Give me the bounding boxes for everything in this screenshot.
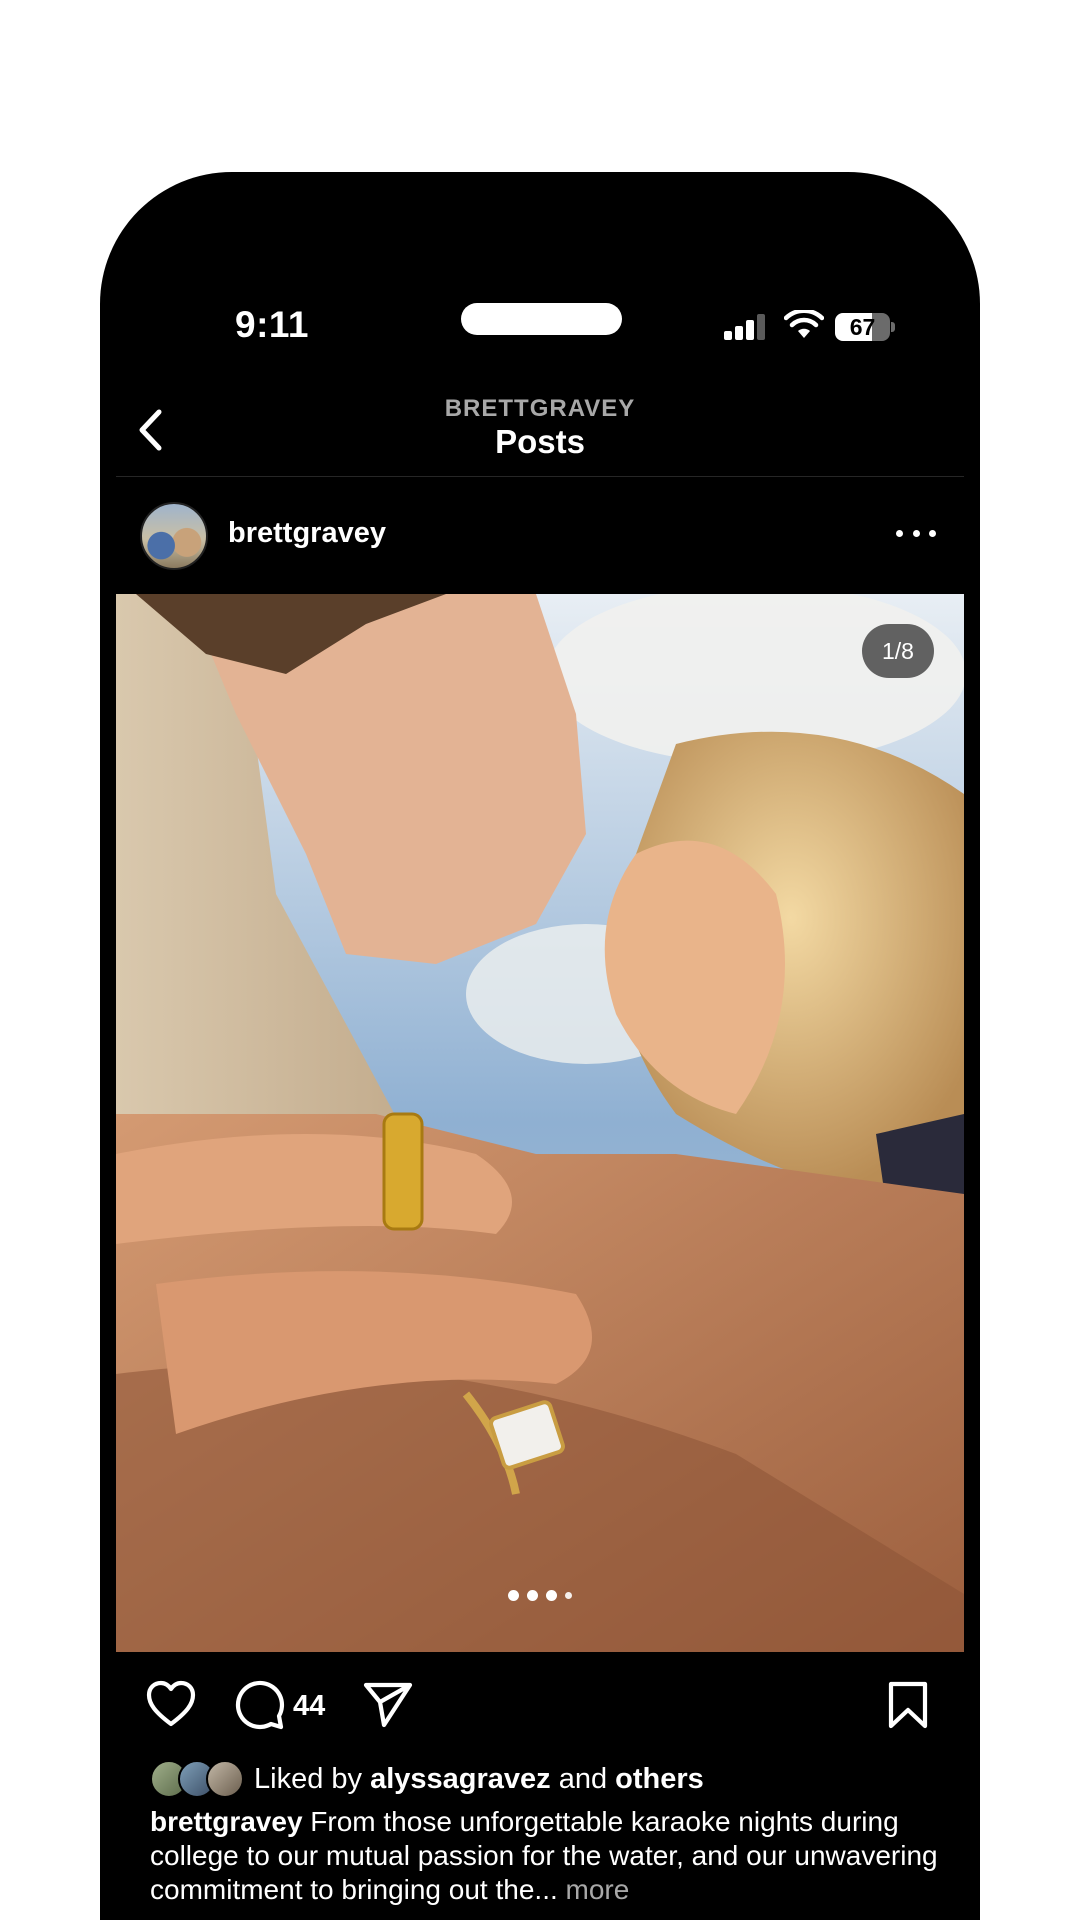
caption-more-link[interactable]: more <box>566 1874 630 1905</box>
likes-prefix: Liked by <box>254 1763 371 1795</box>
battery-icon: 67 <box>835 313 895 341</box>
battery-level: 67 <box>835 313 890 341</box>
comment-count: 44 <box>293 1690 326 1722</box>
carousel-dot-active <box>508 1590 519 1601</box>
comment-button[interactable] <box>233 1680 285 1735</box>
carousel-dot <box>546 1590 557 1601</box>
more-options-icon[interactable] <box>896 527 936 539</box>
post-username[interactable]: brettgravey <box>228 517 386 550</box>
wifi-icon <box>783 308 825 340</box>
header-account-name: BRETTGRAVEY <box>444 395 636 422</box>
comment-icon <box>235 1680 285 1730</box>
post-avatar[interactable] <box>140 502 208 570</box>
bookmark-icon <box>888 1681 928 1729</box>
carousel-dot <box>565 1592 572 1599</box>
carousel-counter: 1/8 <box>862 624 934 678</box>
liker-avatars[interactable] <box>150 1760 250 1798</box>
share-button[interactable] <box>362 1680 414 1733</box>
save-button[interactable] <box>886 1680 930 1735</box>
liked-by-user[interactable]: alyssagravez <box>370 1763 551 1795</box>
status-time: 9:11 <box>235 304 310 345</box>
likes-middle: and <box>550 1763 616 1795</box>
phone-frame: 9:11 67 BRETTGRAVEY Posts brettgravey 1/… <box>100 172 980 1920</box>
page-title: Posts <box>495 423 585 460</box>
caption-author[interactable]: brettgravey <box>150 1806 303 1837</box>
likes-summary[interactable]: Liked by alyssagravez and others <box>254 1763 704 1796</box>
header-divider <box>116 476 964 477</box>
liker-avatar <box>206 1760 244 1798</box>
post-caption: brettgravey From those unforgettable kar… <box>150 1805 940 1907</box>
likes-others[interactable]: others <box>615 1763 704 1795</box>
post-photo[interactable]: 1/8 <box>116 594 964 1652</box>
send-icon <box>363 1682 413 1728</box>
heart-icon <box>146 1680 196 1727</box>
signal-icon <box>724 314 772 340</box>
like-button[interactable] <box>145 1680 197 1733</box>
dynamic-island <box>461 303 622 335</box>
carousel-dots <box>116 1590 964 1601</box>
carousel-dot <box>527 1590 538 1601</box>
